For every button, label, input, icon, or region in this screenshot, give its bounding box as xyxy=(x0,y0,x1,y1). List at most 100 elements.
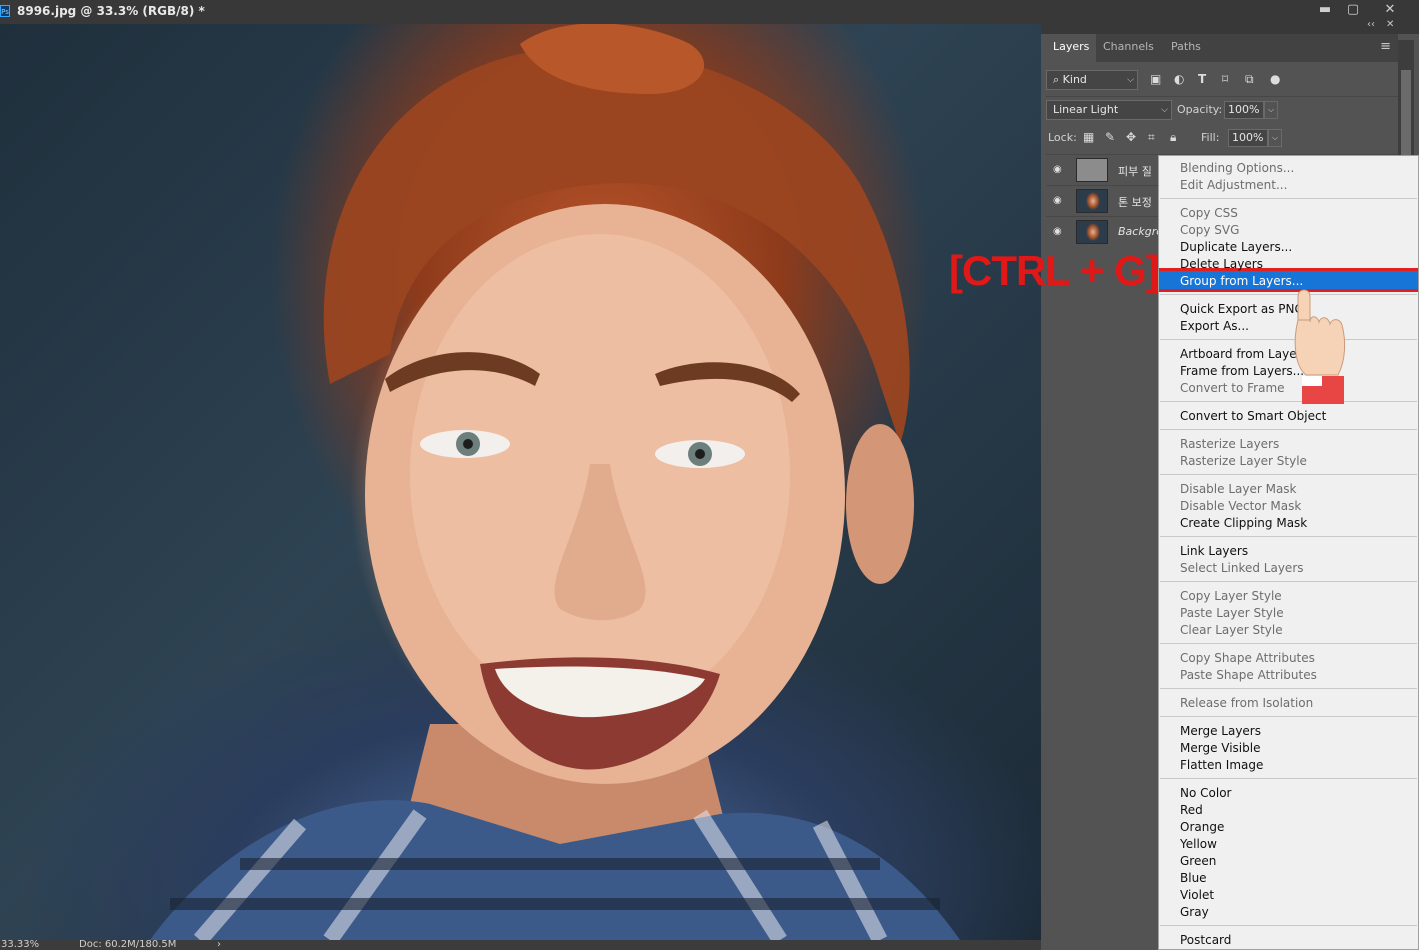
menu-item-convert-to-frame: Convert to Frame xyxy=(1180,381,1285,395)
menu-separator xyxy=(1160,581,1417,582)
search-icon: ⌕ xyxy=(1053,73,1063,86)
lock-image-pixels-icon[interactable]: ✎ xyxy=(1105,130,1115,144)
menu-separator xyxy=(1160,536,1417,537)
type-filter-icon[interactable]: T xyxy=(1198,72,1206,86)
menu-item-rasterize-layers: Rasterize Layers xyxy=(1180,437,1280,451)
menu-item-quick-export-as-png[interactable]: Quick Export as PNG xyxy=(1180,301,1304,318)
portrait-photo xyxy=(150,24,960,940)
menu-separator xyxy=(1160,778,1417,779)
tab-paths[interactable]: Paths xyxy=(1164,34,1208,62)
menu-item-no-color[interactable]: No Color xyxy=(1180,785,1231,802)
layer-thumbnail xyxy=(1076,220,1108,244)
menu-separator xyxy=(1160,716,1417,717)
menu-item-disable-vector-mask: Disable Vector Mask xyxy=(1180,499,1302,513)
eye-icon[interactable]: ◉ xyxy=(1053,164,1062,175)
panel-menu-icon[interactable]: ≡ xyxy=(1380,39,1391,54)
menu-item-duplicate-layers[interactable]: Duplicate Layers... xyxy=(1180,239,1292,256)
lock-row: Lock: ▦ ✎ ✥ ⌗ 🔒︎ Fill: 100% ⌵ xyxy=(1046,124,1398,152)
menu-item-postcard[interactable]: Postcard xyxy=(1180,932,1231,949)
panel-close-icon[interactable]: ✕ xyxy=(1386,19,1394,30)
menu-separator xyxy=(1160,643,1417,644)
tab-layers[interactable]: Layers xyxy=(1046,34,1097,62)
menu-item-blue[interactable]: Blue xyxy=(1180,870,1207,887)
menu-item-copy-css: Copy CSS xyxy=(1180,206,1238,220)
menu-item-orange[interactable]: Orange xyxy=(1180,819,1224,836)
menu-item-frame-from-layers[interactable]: Frame from Layers... xyxy=(1180,363,1304,380)
layer-name[interactable]: 피부 질 xyxy=(1118,163,1152,179)
panel-tabs: Layers Channels Paths xyxy=(1046,34,1398,62)
menu-separator xyxy=(1160,429,1417,430)
photoshop-app-icon: Ps xyxy=(0,5,10,17)
menu-item-disable-layer-mask: Disable Layer Mask xyxy=(1180,482,1297,496)
menu-item-green[interactable]: Green xyxy=(1180,853,1216,870)
layer-thumbnail xyxy=(1076,158,1108,182)
menu-item-gray[interactable]: Gray xyxy=(1180,904,1209,921)
menu-separator xyxy=(1160,925,1417,926)
menu-item-red[interactable]: Red xyxy=(1180,802,1203,819)
menu-item-create-clipping-mask[interactable]: Create Clipping Mask xyxy=(1180,515,1307,532)
opacity-input[interactable]: 100% xyxy=(1224,101,1264,119)
layer-thumbnail xyxy=(1076,189,1108,213)
layer-name[interactable]: 톤 보정 xyxy=(1118,194,1152,210)
menu-item-blending-options: Blending Options... xyxy=(1180,161,1295,175)
filter-kind-label: Kind xyxy=(1062,73,1087,86)
lock-all-icon[interactable]: 🔒︎ xyxy=(1170,130,1176,145)
pointing-hand-icon xyxy=(1294,289,1346,404)
smart-object-filter-icon[interactable]: ⧉ xyxy=(1245,72,1254,87)
fill-label: Fill: xyxy=(1201,131,1220,144)
status-bar: 33.33% Doc: 60.2M/180.5M › xyxy=(0,940,1041,950)
blend-mode-select[interactable]: Linear Light ⌵ xyxy=(1046,100,1172,120)
lock-position-icon[interactable]: ✥ xyxy=(1126,130,1136,144)
maximize-icon[interactable]: ▢ xyxy=(1340,2,1366,17)
fill-dropdown-icon[interactable]: ⌵ xyxy=(1268,129,1282,147)
menu-item-merge-visible[interactable]: Merge Visible xyxy=(1180,740,1260,757)
filter-toggle-icon[interactable]: ● xyxy=(1270,72,1280,86)
menu-separator xyxy=(1160,688,1417,689)
doc-size-info: Doc: 60.2M/180.5M xyxy=(79,939,177,950)
menu-item-group-from-layers[interactable]: Group from Layers... xyxy=(1180,273,1303,290)
menu-item-paste-shape-attributes: Paste Shape Attributes xyxy=(1180,668,1317,682)
menu-separator xyxy=(1160,198,1417,199)
lock-artboard-icon[interactable]: ⌗ xyxy=(1148,130,1155,145)
minimize-icon[interactable]: ▬ xyxy=(1312,2,1338,17)
menu-item-clear-layer-style: Clear Layer Style xyxy=(1180,623,1283,637)
menu-item-convert-to-smart-object[interactable]: Convert to Smart Object xyxy=(1180,408,1326,425)
lock-transparent-pixels-icon[interactable]: ▦ xyxy=(1083,130,1094,144)
status-arrow-icon[interactable]: › xyxy=(217,940,221,950)
panel-header: ‹‹ ✕ xyxy=(1041,18,1419,34)
shape-filter-icon[interactable]: ⌑ xyxy=(1222,72,1228,86)
layer-name[interactable]: Backgro xyxy=(1118,225,1163,238)
menu-item-flatten-image[interactable]: Flatten Image xyxy=(1180,757,1263,774)
menu-item-violet[interactable]: Violet xyxy=(1180,887,1214,904)
close-icon[interactable]: ✕ xyxy=(1377,2,1403,17)
blend-mode-value: Linear Light xyxy=(1053,103,1119,116)
fill-input[interactable]: 100% xyxy=(1228,129,1268,147)
opacity-label: Opacity: xyxy=(1177,103,1223,116)
eye-icon[interactable]: ◉ xyxy=(1053,195,1062,206)
menu-item-copy-svg: Copy SVG xyxy=(1180,223,1240,237)
menu-item-link-layers[interactable]: Link Layers xyxy=(1180,543,1248,560)
menu-item-export-as[interactable]: Export As... xyxy=(1180,318,1249,335)
menu-item-merge-layers[interactable]: Merge Layers xyxy=(1180,723,1261,740)
menu-item-delete-layers[interactable]: Delete Layers xyxy=(1180,256,1263,273)
tab-channels[interactable]: Channels xyxy=(1096,34,1161,62)
document-canvas[interactable] xyxy=(0,24,1041,940)
zoom-level[interactable]: 33.33% xyxy=(1,940,39,950)
document-tab-title[interactable]: 8996.jpg @ 33.3% (RGB/8) * xyxy=(17,4,205,18)
chevron-down-icon: ⌵ xyxy=(1127,75,1134,85)
image-filter-icon[interactable]: ▣ xyxy=(1150,72,1161,86)
opacity-dropdown-icon[interactable]: ⌵ xyxy=(1264,101,1278,119)
shortcut-annotation: [CTRL + G] xyxy=(949,247,1160,294)
menu-item-rasterize-layer-style: Rasterize Layer Style xyxy=(1180,454,1307,468)
menu-item-release-from-isolation: Release from Isolation xyxy=(1180,696,1314,710)
eye-icon[interactable]: ◉ xyxy=(1053,226,1062,237)
menu-item-select-linked-layers: Select Linked Layers xyxy=(1180,561,1304,575)
collapse-panels-icon[interactable]: ‹‹ xyxy=(1367,19,1375,30)
menu-item-yellow[interactable]: Yellow xyxy=(1180,836,1217,853)
blend-row: Linear Light ⌵ Opacity: 100% ⌵ xyxy=(1046,96,1398,125)
adjustment-filter-icon[interactable]: ◐ xyxy=(1174,72,1184,86)
layer-filter-row: ⌕ Kind ⌵ ▣ ◐ T ⌑ ⧉ ● xyxy=(1046,68,1398,96)
chevron-down-icon: ⌵ xyxy=(1161,105,1168,115)
filter-kind-select[interactable]: ⌕ Kind ⌵ xyxy=(1046,70,1138,90)
menu-item-edit-adjustment: Edit Adjustment... xyxy=(1180,178,1288,192)
